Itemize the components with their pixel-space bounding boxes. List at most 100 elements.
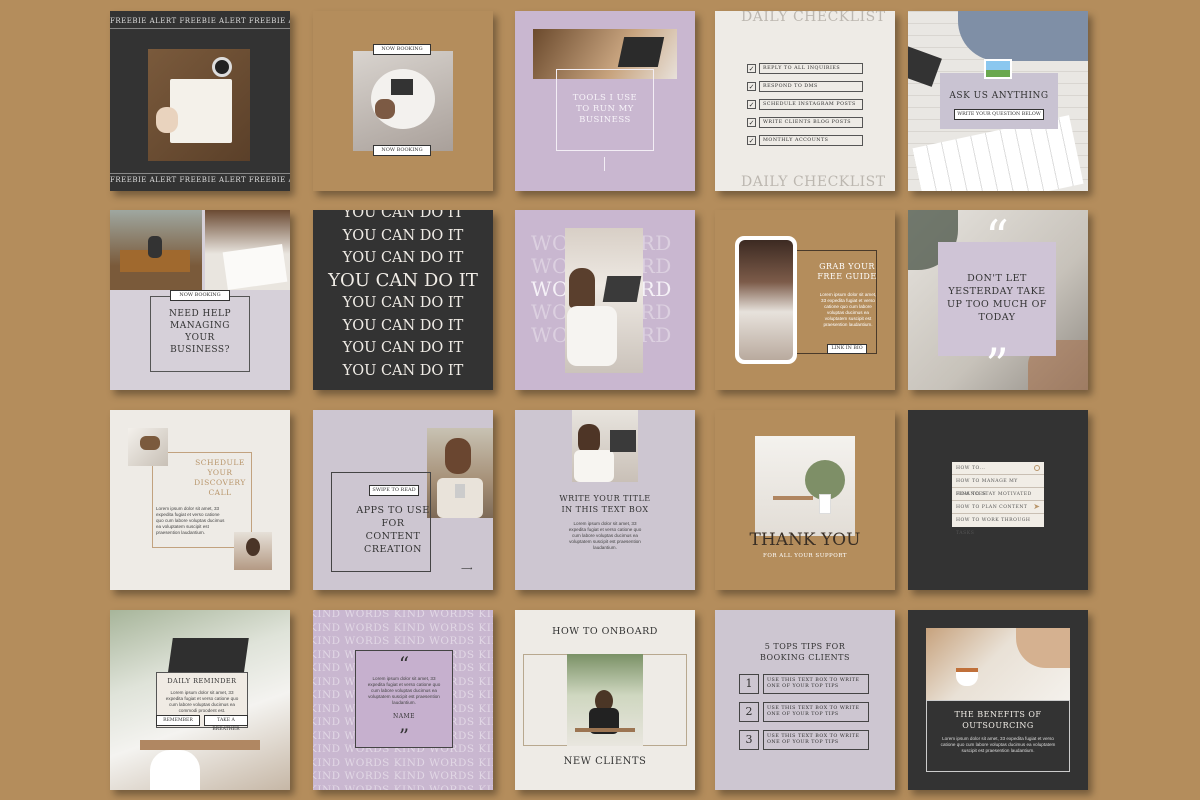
tile-free-guide[interactable]: GRAB YOUR FREE GUIDE Lorem ipsum dolor s…: [715, 210, 895, 390]
thank-you-title: THANK YOU: [749, 530, 861, 550]
desk: [575, 728, 635, 732]
tea-cup: [956, 668, 978, 686]
tip-text-box[interactable]: USE THIS TEXT BOX TO WRITE ONE OF YOUR T…: [763, 702, 869, 722]
tea-photo: [926, 628, 1070, 700]
tip-text-box[interactable]: USE THIS TEXT BOX TO WRITE ONE OF YOUR T…: [763, 730, 869, 750]
tile-discovery-call[interactable]: SCHEDULE YOUR DISCOVERY CALL Lorem ipsum…: [110, 410, 290, 590]
tile-dont-let-yesterday[interactable]: “ DON'T LET YESTERDAY TAKE UP TOO MUCH O…: [908, 210, 1088, 390]
tile-write-title[interactable]: WRITE YOUR TITLE IN THIS TEXT BOX Lorem …: [515, 410, 695, 590]
search-placeholder: HOW TO...: [956, 466, 986, 471]
shirt: [567, 306, 617, 366]
checklist-item[interactable]: ✓ SCHEDULE INSTAGRAM POSTS: [747, 99, 865, 117]
take-a-breather-button[interactable]: TAKE A BREATHER: [204, 715, 248, 732]
checklist-item[interactable]: ✓ MONTHLY ACCOUNTS: [747, 135, 865, 153]
writing-photo: [128, 428, 168, 466]
hair: [445, 438, 471, 474]
tile-how-to[interactable]: HOW TO... HOW TO MANAGE MY FINANCES HOW …: [908, 410, 1088, 590]
jeans: [958, 11, 1088, 61]
shirt: [574, 450, 614, 482]
checklist-item[interactable]: ✓ WRITE CLIENTS BLOG POSTS: [747, 117, 865, 135]
tips-title: 5 TOPS TIPS FOR BOOKING CLIENTS: [760, 642, 850, 662]
checkbox-icon[interactable]: ✓: [747, 100, 756, 109]
suggestion-item[interactable]: HOW TO MANAGE MY FINANCES: [952, 475, 1044, 497]
checklist-item[interactable]: ✓ RESPOND TO DMS: [747, 81, 865, 99]
laptop: [602, 276, 642, 302]
ask-card: [940, 73, 1058, 129]
tile-daily-reminder[interactable]: DAILY REMINDER Lorem ipsum dolor sit ame…: [110, 610, 290, 790]
remember-button[interactable]: REMEMBER: [156, 715, 200, 726]
desk: [773, 496, 813, 500]
bg-row: KIND WORDS KIND WORDS KIND WORDS: [313, 635, 493, 647]
tile-ask-us-anything[interactable]: ASK US ANYTHING WRITE YOUR QUESTION BELO…: [908, 11, 1088, 191]
tile-outsourcing[interactable]: THE BENEFITS OF OUTSOURCING Lorem ipsum …: [908, 610, 1088, 790]
tile-need-help[interactable]: NOW BOOKING NEED HELP MANAGING YOUR BUSI…: [110, 210, 290, 390]
call-title: SCHEDULE YOUR DISCOVERY CALL: [194, 458, 246, 497]
tile-top-tips[interactable]: 5 TOPS TIPS FOR BOOKING CLIENTS 1 USE TH…: [715, 610, 895, 790]
chair: [150, 750, 200, 790]
tile-apps[interactable]: SWIPE TO READ APPS TO USE FOR CONTENT CR…: [313, 410, 493, 590]
arrow-right-icon[interactable]: ⟶: [461, 565, 475, 573]
text-line: YOU CAN DO IT: [342, 227, 464, 244]
bg-row: KIND WORDS KIND WORDS KIND WORDS: [313, 783, 493, 791]
repeated-text: YOU CAN DO IT YOU CAN DO IT YOU CAN DO I…: [313, 210, 493, 382]
tile-onboard[interactable]: HOW TO ONBOARD NEW CLIENTS: [515, 610, 695, 790]
tile-you-can-do-it[interactable]: YOU CAN DO IT YOU CAN DO IT YOU CAN DO I…: [313, 210, 493, 390]
checklist-item-label: MONTHLY ACCOUNTS: [759, 135, 863, 146]
tip-text-box[interactable]: USE THIS TEXT BOX TO WRITE ONE OF YOUR T…: [763, 674, 869, 694]
checklist-item-label: REPLY TO ALL INQUIRIES: [759, 63, 863, 74]
tip-row: 2 USE THIS TEXT BOX TO WRITE ONE OF YOUR…: [739, 702, 871, 730]
tip-number: 3: [739, 730, 759, 750]
tile-now-booking[interactable]: NOW BOOKING NOW BOOKING: [313, 11, 493, 191]
phone-screen: [739, 240, 793, 360]
tile-kind-words[interactable]: KIND WORDS KIND WORDS KIND WORDS KIND WO…: [313, 610, 493, 790]
bg-row: KIND WORDS KIND WORDS KIND WORDS: [313, 610, 493, 620]
suggestion-item[interactable]: HOW TO STAY MOTIVATED: [952, 488, 1044, 501]
search-icon[interactable]: [1034, 465, 1040, 471]
text-line: YOU CAN DO IT: [342, 317, 464, 334]
checklist-item[interactable]: ✓ REPLY TO ALL INQUIRIES: [747, 63, 865, 81]
suggestion-item[interactable]: HOW TO WORK THROUGH TASKS: [952, 514, 1044, 536]
checkbox-icon[interactable]: ✓: [747, 82, 756, 91]
bg-row: KIND WORDS KIND WORDS KIND WORDS: [313, 621, 493, 634]
checklist-item-label: SCHEDULE INSTAGRAM POSTS: [759, 99, 863, 110]
checkbox-icon[interactable]: ✓: [747, 118, 756, 127]
hands: [1016, 628, 1070, 668]
suggestion-label: HOW TO WORK THROUGH TASKS: [956, 518, 1031, 536]
tip-row: 1 USE THIS TEXT BOX TO WRITE ONE OF YOUR…: [739, 674, 871, 702]
vase: [819, 494, 831, 514]
tile-tools[interactable]: TOOLS I USE TO RUN MY BUSINESS: [515, 11, 695, 191]
tile-daily-checklist[interactable]: DAILY CHECKLIST DAILY CHECKLIST ✓ REPLY …: [715, 11, 895, 191]
person: [148, 236, 162, 258]
guide-body: Lorem ipsum dolor sit amet, 33 expedita …: [819, 292, 877, 327]
checklist-item-label: WRITE CLIENTS BLOG POSTS: [759, 117, 863, 128]
tips-list: 1 USE THIS TEXT BOX TO WRITE ONE OF YOUR…: [739, 674, 871, 758]
question-field[interactable]: WRITE YOUR QUESTION BELOW: [954, 109, 1044, 120]
checkbox-icon[interactable]: ✓: [747, 64, 756, 73]
reminder-body: Lorem ipsum dolor sit amet, 33 expedita …: [165, 690, 239, 713]
text-line-featured: YOU CAN DO IT: [328, 269, 478, 291]
bg-row: KIND WORDS KIND WORDS KIND WORDS: [313, 756, 493, 769]
checklist-item-label: RESPOND TO DMS: [759, 81, 863, 92]
woman-laptop-photo: [572, 410, 638, 482]
tile-work-hard[interactable]: WORK HARD WORK HARD WORK HARD WORK HARD …: [515, 210, 695, 390]
link-in-bio-button[interactable]: LINK IN BIO: [827, 344, 867, 354]
text-line: YOU CAN DO IT: [342, 295, 464, 311]
search-panel: HOW TO... HOW TO MANAGE MY FINANCES HOW …: [952, 462, 1044, 536]
desk-photo: [148, 49, 250, 161]
suggestion-item[interactable]: HOW TO PLAN CONTENT ➤: [952, 501, 1044, 514]
phone: [908, 45, 942, 87]
search-input[interactable]: HOW TO...: [952, 462, 1044, 475]
hand: [140, 436, 160, 450]
ask-title: ASK US ANYTHING: [949, 91, 1049, 101]
checkbox-icon[interactable]: ✓: [747, 136, 756, 145]
text-line: YOU CAN DO IT: [342, 250, 464, 266]
tile-freebie-alert[interactable]: FREEBIE ALERT FREEBIE ALERT FREEBIE ALER…: [110, 11, 290, 191]
tip-number: 2: [739, 702, 759, 722]
checklist: ✓ REPLY TO ALL INQUIRIES ✓ RESPOND TO DM…: [747, 63, 865, 153]
laptop: [610, 430, 636, 452]
quote-icon: “: [985, 210, 1009, 264]
tile-thank-you[interactable]: THANK YOU FOR ALL YOUR SUPPORT: [715, 410, 895, 590]
divider: [110, 173, 290, 174]
checklist-title: DAILY CHECKLIST: [741, 11, 886, 25]
text-line: YOU CAN DO IT: [342, 362, 464, 379]
